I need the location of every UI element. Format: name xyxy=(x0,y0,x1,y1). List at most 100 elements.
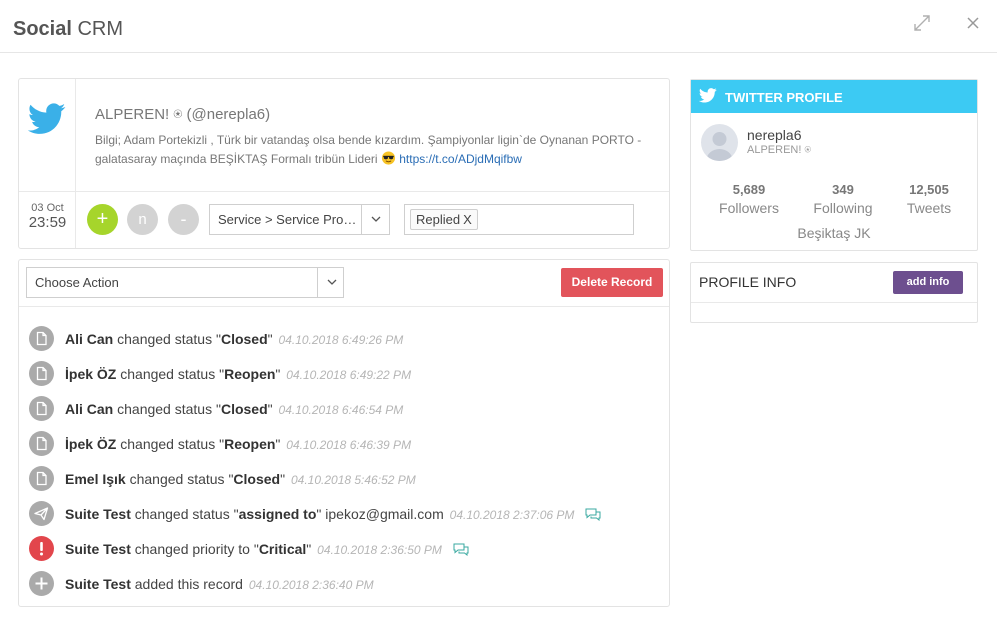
profile-username[interactable]: nerepla6 xyxy=(747,127,802,143)
history-time: 04.10.2018 2:36:50 PM xyxy=(317,543,442,557)
title-bold: Social xyxy=(13,18,72,40)
history-text: İpek ÖZ changed status "Reopen" 04.10.20… xyxy=(65,366,411,382)
history-value: Critical xyxy=(258,541,307,557)
delete-record-button[interactable]: Delete Record xyxy=(561,268,663,297)
history-tail: " xyxy=(306,541,312,557)
history-tail: " xyxy=(280,471,286,487)
tag-remove-button[interactable]: X xyxy=(463,212,472,227)
window-header: Social CRM xyxy=(0,0,997,53)
tweets-stat: 12,505 Tweets xyxy=(884,182,974,216)
history-item: Suite Test added this record 04.10.2018 … xyxy=(29,571,659,597)
profile-bar-title: TWITTER PROFILE xyxy=(725,90,843,105)
divider xyxy=(19,306,669,307)
history-value: Closed xyxy=(220,401,268,417)
tag-label: Replied xyxy=(416,212,461,227)
history-user[interactable]: İpek ÖZ xyxy=(65,436,116,452)
profile-info-card: PROFILE INFO add info xyxy=(690,262,978,323)
history-action: changed status " xyxy=(116,366,225,382)
history-value: assigned to xyxy=(238,506,317,522)
history-action: changed status " xyxy=(130,506,239,522)
history-user[interactable]: Emel Işık xyxy=(65,471,126,487)
history-action: changed priority to " xyxy=(130,541,259,557)
tweet-link[interactable]: https://t.co/ADjdMqifbw xyxy=(399,152,522,166)
history-action: changed status " xyxy=(113,401,221,417)
tweet-date: 03 Oct 23:59 xyxy=(19,192,76,248)
tag-input[interactable]: Replied X xyxy=(404,204,634,235)
history-time: 04.10.2018 5:46:52 PM xyxy=(290,473,416,487)
remove-button[interactable]: - xyxy=(168,204,199,235)
history-item: Emel Işık changed status "Closed" 04.10.… xyxy=(29,466,659,492)
tweet-author[interactable]: ALPEREN! ⍟ (@nerepla6) xyxy=(95,106,270,123)
history-time: 04.10.2018 2:36:40 PM xyxy=(248,578,374,592)
followers-label: Followers xyxy=(719,200,779,216)
history-value: Closed xyxy=(220,331,268,347)
chevron-down-icon[interactable] xyxy=(361,205,389,234)
history-text: Suite Test changed status "assigned to" … xyxy=(65,506,602,522)
history-user[interactable]: Suite Test xyxy=(65,506,131,522)
history-value: Reopen xyxy=(224,436,276,452)
history-tail: " xyxy=(275,366,281,382)
history-action: changed status " xyxy=(116,436,225,452)
history-text: Emel Işık changed status "Closed" 04.10.… xyxy=(65,471,416,487)
twitter-profile-bar: TWITTER PROFILE xyxy=(691,80,977,113)
history-user[interactable]: Suite Test xyxy=(65,576,131,592)
twitter-bird-icon xyxy=(699,88,717,103)
chevron-down-icon[interactable] xyxy=(317,268,345,297)
tweet-date-day: 03 Oct xyxy=(31,202,64,214)
history-extra: ipekoz@gmail.com xyxy=(321,506,444,522)
tweet-date-time: 23:59 xyxy=(28,214,67,231)
history-tail: " xyxy=(267,331,273,347)
add-button[interactable]: + xyxy=(87,204,118,235)
tag-chip: Replied X xyxy=(410,209,478,230)
alert-icon xyxy=(29,536,54,561)
action-select-value: Choose Action xyxy=(35,275,119,290)
history-text: Ali Can changed status "Closed" 04.10.20… xyxy=(65,331,403,347)
history-item: Suite Test changed status "assigned to" … xyxy=(29,501,659,527)
history-time: 04.10.2018 6:46:39 PM xyxy=(286,438,412,452)
tweet-text-content: Bilgi; Adam Portekizli , Türk bir vatand… xyxy=(95,133,642,166)
followers-count: 5,689 xyxy=(732,182,766,197)
document-icon xyxy=(29,361,54,386)
history-tail: " xyxy=(267,401,273,417)
history-action: changed status " xyxy=(125,471,234,487)
history-user[interactable]: Ali Can xyxy=(65,401,113,417)
twitter-bird-icon xyxy=(28,103,66,134)
history-time: 04.10.2018 2:37:06 PM xyxy=(449,508,575,522)
comment-icon[interactable] xyxy=(452,542,470,557)
action-select[interactable]: Choose Action xyxy=(26,267,344,298)
following-count: 349 xyxy=(832,182,854,197)
tweets-label: Tweets xyxy=(906,200,952,216)
add-info-button[interactable]: add info xyxy=(893,271,963,294)
close-icon[interactable] xyxy=(963,12,983,34)
category-select[interactable]: Service > Service Problem xyxy=(209,204,390,235)
history-value: Reopen xyxy=(224,366,276,382)
sunglasses-emoji-icon xyxy=(381,151,395,165)
history-text: Suite Test added this record 04.10.2018 … xyxy=(65,576,374,592)
history-action: changed status " xyxy=(113,331,221,347)
category-select-value: Service > Service Problem xyxy=(218,212,358,227)
history-text: İpek ÖZ changed status "Reopen" 04.10.20… xyxy=(65,436,411,452)
tweet-text: Bilgi; Adam Portekizli , Türk bir vatand… xyxy=(95,131,655,169)
profile-display-name: ALPEREN! ⍟ xyxy=(747,144,812,156)
history-user[interactable]: Ali Can xyxy=(65,331,113,347)
history-item: Ali Can changed status "Closed" 04.10.20… xyxy=(29,326,659,352)
history-item: Suite Test changed priority to "Critical… xyxy=(29,536,659,562)
avatar[interactable] xyxy=(701,124,738,161)
title-rest: CRM xyxy=(71,18,124,40)
history-item: İpek ÖZ changed status "Reopen" 04.10.20… xyxy=(29,431,659,457)
following-label: Following xyxy=(813,200,873,216)
document-icon xyxy=(29,431,54,456)
history-action: added this record xyxy=(130,576,243,592)
expand-icon[interactable] xyxy=(911,12,933,34)
twitter-profile-card: TWITTER PROFILE nerepla6 ALPEREN! ⍟ 5,68… xyxy=(690,79,978,251)
history-user[interactable]: İpek ÖZ xyxy=(65,366,116,382)
comment-icon[interactable] xyxy=(584,507,602,522)
history-tail: " xyxy=(275,436,281,452)
history-value: Closed xyxy=(233,471,281,487)
tweets-count: 12,505 xyxy=(909,182,949,197)
history-user[interactable]: Suite Test xyxy=(65,541,131,557)
send-icon xyxy=(29,501,54,526)
neutral-button[interactable]: n xyxy=(127,204,158,235)
tweet-source xyxy=(19,79,76,191)
plus-icon xyxy=(29,571,54,596)
